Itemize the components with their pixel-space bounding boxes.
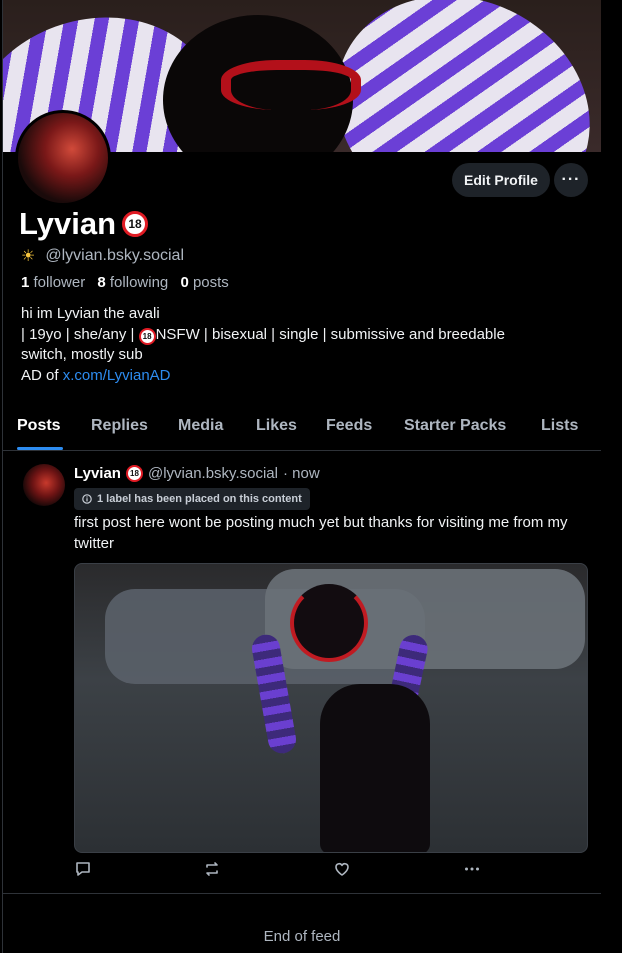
- tab-starter-packs[interactable]: Starter Packs: [404, 417, 506, 435]
- posts-count: 0 posts: [180, 274, 229, 291]
- bio-line: | 19yo | she/any | 18 NSFW | bisexual | s…: [21, 325, 581, 346]
- content-label-chip[interactable]: 1 label has been placed on this content: [74, 488, 310, 510]
- reply-icon[interactable]: [74, 860, 92, 878]
- active-tab-indicator: [17, 447, 63, 450]
- image-art: [320, 684, 430, 852]
- tab-posts[interactable]: Posts: [17, 417, 61, 435]
- tab-feeds[interactable]: Feeds: [326, 417, 372, 435]
- bio-line: hi im Lyvian the avali: [21, 305, 160, 322]
- profile-handle[interactable]: @lyvian.bsky.social: [45, 247, 184, 265]
- banner-art: [221, 60, 361, 110]
- profile-bio: hi im Lyvian the avali | 19yo | she/any …: [21, 304, 581, 386]
- post-author-name[interactable]: Lyvian: [74, 465, 121, 482]
- end-of-feed: End of feed: [263, 928, 341, 945]
- tab-lists[interactable]: Lists: [541, 417, 578, 435]
- handle-row: ☀ @lyvian.bsky.social: [21, 246, 184, 266]
- more-options-button[interactable]: ···: [554, 163, 588, 197]
- like-icon[interactable]: [333, 860, 351, 878]
- content-label-text: 1 label has been placed on this content: [97, 493, 302, 505]
- profile-avatar[interactable]: [15, 110, 111, 206]
- bio-line: switch, mostly sub: [21, 346, 143, 364]
- adult-badge-icon: 18: [125, 465, 143, 482]
- edit-profile-button[interactable]: Edit Profile: [452, 163, 550, 197]
- sun-icon: ☀: [21, 248, 36, 265]
- tab-replies[interactable]: Replies: [91, 417, 148, 435]
- tab-media[interactable]: Media: [178, 417, 223, 435]
- post-actions: [3, 860, 601, 884]
- tab-likes[interactable]: Likes: [256, 417, 297, 435]
- display-name-row: Lyvian 18: [19, 206, 149, 242]
- profile-column: Edit Profile ··· Lyvian 18 ☀ @lyvian.bsk…: [2, 0, 602, 953]
- adult-badge-icon: 18: [122, 211, 149, 237]
- post-author-handle[interactable]: @lyvian.bsky.social: [148, 465, 278, 482]
- post-text: first post here wont be posting much yet…: [74, 514, 568, 552]
- more-icon[interactable]: [463, 860, 481, 878]
- bio-line: AD of x.com/LyvianAD: [21, 366, 171, 384]
- bio-link[interactable]: x.com/LyvianAD: [63, 367, 171, 384]
- post-timestamp[interactable]: · now: [283, 465, 320, 482]
- followers-link[interactable]: 1 follower: [21, 274, 93, 291]
- profile-stats: 1 follower 8 following 0 posts: [21, 274, 229, 291]
- post-author-avatar[interactable]: [23, 464, 65, 506]
- profile-tabs: Posts Replies Media Likes Feeds Starter …: [3, 408, 601, 451]
- repost-icon[interactable]: [203, 860, 221, 878]
- display-name: Lyvian: [19, 206, 117, 241]
- post-header: Lyvian 18 @lyvian.bsky.social · now: [74, 465, 320, 482]
- image-art: [290, 584, 368, 662]
- post-image[interactable]: [74, 563, 588, 853]
- divider: [3, 893, 601, 894]
- scrollbar-area: [601, 0, 622, 953]
- following-link[interactable]: 8 following: [97, 274, 176, 291]
- adult-badge-icon: 18: [138, 328, 156, 346]
- info-icon: [82, 494, 92, 504]
